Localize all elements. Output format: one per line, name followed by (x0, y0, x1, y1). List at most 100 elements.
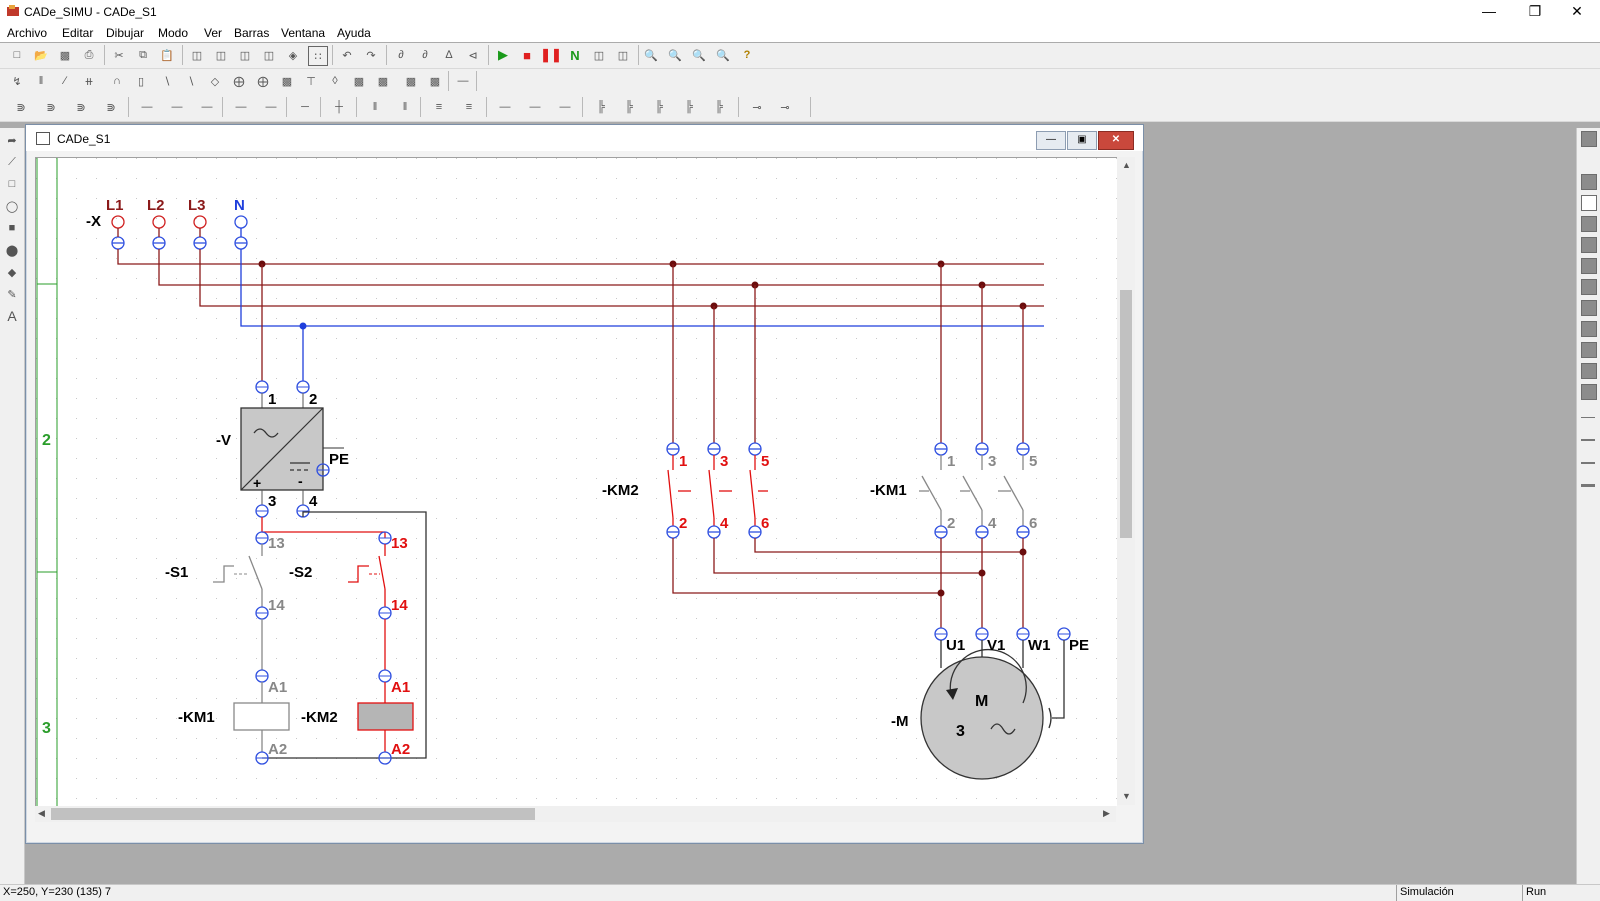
zoom-select-icon[interactable]: ◫ (260, 46, 278, 64)
fuse-icon[interactable]: ↯ (8, 72, 26, 90)
grid-toggle-icon[interactable]: ∷ (308, 46, 328, 66)
relay-icon[interactable]: ▩ (278, 72, 296, 90)
line-thick-icon[interactable]: ─ (296, 98, 314, 116)
plc-module-icon[interactable]: ▩ (402, 72, 420, 90)
color-swatch-10-icon[interactable] (1581, 363, 1597, 379)
print-icon[interactable]: ⎙ (80, 46, 98, 64)
sensor-icon[interactable]: ◊ (326, 72, 344, 90)
stop-icon[interactable]: ■ (518, 46, 536, 64)
line-3-icon[interactable]: — (198, 98, 216, 116)
vconn-1-icon[interactable]: ╠ (592, 98, 610, 116)
menu-editar[interactable]: Editar (62, 26, 93, 40)
scroll-right-icon[interactable]: ▶ (1103, 808, 1110, 819)
terminal-left-icon[interactable]: ⊸ (748, 98, 766, 116)
print-preview-icon[interactable]: ◫ (188, 46, 206, 64)
find-icon[interactable]: ◫ (212, 46, 230, 64)
rotate-back-icon[interactable]: ⊲ (464, 46, 482, 64)
line-4-icon[interactable]: — (232, 98, 250, 116)
color-swatch-2-icon[interactable] (1581, 195, 1597, 211)
plc-in-icon[interactable]: ▩ (350, 72, 368, 90)
draw-ellipse-icon[interactable]: ◯ (3, 197, 21, 215)
horizontal-scrollbar[interactable]: ◀ ▶ (35, 806, 1116, 822)
coil-icon[interactable]: ▯ (132, 72, 150, 90)
terminal-right-icon[interactable]: ⊸ (776, 98, 794, 116)
open-folder-icon[interactable]: 📂 (32, 46, 50, 64)
scroll-left-icon[interactable]: ◀ (38, 808, 45, 819)
conn-3-icon[interactable]: — (556, 98, 574, 116)
sim-window-icon[interactable]: ◫ (590, 46, 608, 64)
color-swatch-8-icon[interactable] (1581, 321, 1597, 337)
menu-ver[interactable]: Ver (204, 26, 222, 40)
run-icon[interactable]: ▶ (494, 46, 512, 64)
style-swatch-icon[interactable] (1581, 131, 1597, 147)
line-width-2-icon[interactable] (1581, 439, 1595, 441)
color-swatch-6-icon[interactable] (1581, 279, 1597, 295)
bus-4-icon[interactable]: ⋑ (102, 98, 120, 116)
menu-archivo[interactable]: Archivo (7, 26, 47, 40)
pause-icon[interactable]: ❚❚ (540, 46, 562, 64)
horizontal-scroll-thumb[interactable] (51, 808, 535, 820)
mirror-icon[interactable]: ∂ (392, 46, 410, 64)
restore-icon[interactable]: ❐ (1512, 0, 1558, 24)
scroll-up-icon[interactable]: ▲ (1122, 160, 1131, 170)
doc-minimize-icon[interactable]: — (1036, 131, 1066, 150)
help-icon[interactable]: ? (738, 46, 756, 64)
menu-ayuda[interactable]: Ayuda (337, 26, 371, 40)
vconn-4-icon[interactable]: ╠ (680, 98, 698, 116)
color-swatch-4-icon[interactable] (1581, 237, 1597, 253)
fill-bucket-icon[interactable]: ◆ (3, 263, 21, 281)
cut-icon[interactable]: ✂ (110, 46, 128, 64)
hbus-2-icon[interactable]: ≡ (460, 98, 478, 116)
line-1-icon[interactable]: — (138, 98, 156, 116)
vconn-5-icon[interactable]: ╠ (710, 98, 728, 116)
line-5-icon[interactable]: — (262, 98, 280, 116)
save-icon[interactable]: ▩ (56, 46, 74, 64)
vertical-bus-icon[interactable]: ‖ (366, 98, 384, 116)
thermal-icon[interactable]: ∩ (108, 72, 126, 90)
close-icon[interactable]: ✕ (1554, 0, 1600, 24)
color-swatch-7-icon[interactable] (1581, 300, 1597, 316)
conn-2-icon[interactable]: — (526, 98, 544, 116)
hbus-1-icon[interactable]: ≡ (430, 98, 448, 116)
undo-icon[interactable]: ↶ (338, 46, 356, 64)
doc-close-icon[interactable]: ✕ (1098, 131, 1134, 150)
pan-icon[interactable]: ◈ (284, 46, 302, 64)
color-swatch-5-icon[interactable] (1581, 258, 1597, 274)
text-tool-icon[interactable]: A (3, 307, 21, 325)
menu-modo[interactable]: Modo (158, 26, 188, 40)
filled-ellipse-icon[interactable]: ⬤ (3, 241, 21, 259)
node-icon[interactable]: ⨁ (230, 72, 248, 90)
plc-out-icon[interactable]: ▩ (374, 72, 392, 90)
vertical-scroll-thumb[interactable] (1120, 290, 1132, 538)
menu-barras[interactable]: Barras (234, 26, 269, 40)
paste-icon[interactable]: 📋 (158, 46, 176, 64)
rotate-icon[interactable]: ∆ (440, 46, 458, 64)
sim-settings-icon[interactable]: ◫ (614, 46, 632, 64)
filled-rect-icon[interactable]: ■ (3, 219, 21, 237)
menu-dibujar[interactable]: Dibujar (106, 26, 144, 40)
line-width-3-icon[interactable] (1581, 462, 1595, 464)
step-icon[interactable]: N (566, 46, 584, 64)
zoom-page-icon[interactable]: ◫ (236, 46, 254, 64)
select-arrow-icon[interactable]: ➦ (3, 131, 21, 149)
pen-icon[interactable]: ✎ (3, 285, 21, 303)
menu-ventana[interactable]: Ventana (281, 26, 325, 40)
vertical-scrollbar[interactable]: ▲ ▼ (1117, 157, 1135, 805)
vconn-2-icon[interactable]: ╠ (620, 98, 638, 116)
zoom-area-icon[interactable]: 🔍 (714, 46, 732, 64)
bus-3-icon[interactable]: ⋑ (72, 98, 90, 116)
vconn-3-icon[interactable]: ╠ (650, 98, 668, 116)
color-swatch-3-icon[interactable] (1581, 216, 1597, 232)
flip-icon[interactable]: ∂ (416, 46, 434, 64)
draw-rect-icon[interactable]: □ (3, 175, 21, 193)
lamp-icon[interactable]: ◇ (206, 72, 224, 90)
breaker-icon[interactable]: ⧺ (80, 72, 98, 90)
vertical-bus-2-icon[interactable]: ‖ (396, 98, 414, 116)
conn-1-icon[interactable]: — (496, 98, 514, 116)
terminal-icon[interactable]: ⨁ (254, 72, 272, 90)
switch-icon[interactable]: ∕ (56, 72, 74, 90)
color-swatch-11-icon[interactable] (1581, 384, 1597, 400)
zoom-out-icon[interactable]: 🔍 (666, 46, 684, 64)
new-file-icon[interactable]: □ (8, 46, 26, 64)
line-2-icon[interactable]: — (168, 98, 186, 116)
